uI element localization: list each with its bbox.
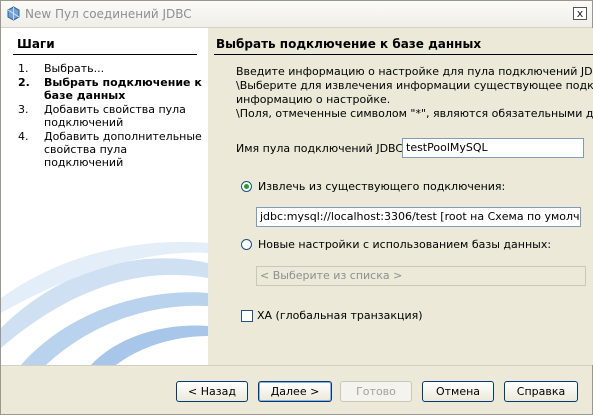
steps-divider (13, 54, 197, 55)
content-pane: Выбрать подключение к базе данных Введит… (208, 28, 593, 365)
step-item: 4. Добавить дополнительные свойства пула… (18, 130, 203, 169)
step-label: Добавить свойства пула подключений (44, 103, 186, 129)
next-button[interactable]: Далее > (258, 381, 332, 402)
xa-checkbox[interactable] (241, 310, 253, 322)
new-settings-label: Новые настройки с использованием базы да… (258, 238, 552, 251)
steps-title: Шаги (17, 37, 55, 51)
step-item: 3. Добавить свойства пула подключений (18, 103, 203, 129)
cancel-button[interactable]: Отмена (422, 381, 494, 402)
step-item-active: 2. Выбрать подключение к базе данных (18, 76, 203, 102)
xa-label: XA (глобальная транзакция) (257, 309, 423, 322)
step-label: Выбрать подключение к базе данных (44, 76, 202, 102)
panel-divider (214, 54, 593, 55)
panel-title: Выбрать подключение к базе данных (216, 37, 482, 51)
step-number: 3. (18, 103, 29, 116)
finish-button[interactable]: Готово (340, 381, 412, 402)
panel-description: Введите информацию о настройке для пула … (236, 65, 593, 121)
existing-connection-label: Извлечь из существующего подключения: (258, 180, 506, 193)
steps-pane: Шаги 1. Выбрать... 2. Выбрать подключени… (1, 28, 208, 365)
existing-connection-radio[interactable] (241, 181, 252, 192)
step-item: 1. Выбрать... (18, 62, 203, 75)
description-line: Введите информацию о настройке для пула … (236, 65, 593, 78)
new-settings-radio[interactable] (241, 239, 252, 250)
pool-name-input[interactable]: testPoolMySQL (402, 138, 584, 158)
pool-name-label: Имя пула подключений JDBC:* (236, 142, 413, 155)
help-button[interactable]: Справка (504, 381, 578, 402)
step-number: 4. (18, 130, 29, 143)
steps-list: 1. Выбрать... 2. Выбрать подключение к б… (18, 62, 203, 170)
close-button[interactable]: x (573, 7, 587, 20)
existing-connection-dropdown[interactable]: jdbc:mysql://localhost:3306/test [root н… (256, 207, 581, 227)
decorative-swoosh-graphic (1, 241, 208, 365)
title-bar[interactable]: New Пул соединений JDBC x (1, 1, 592, 28)
window-title: New Пул соединений JDBC (25, 7, 192, 21)
step-number: 2. (18, 76, 30, 89)
description-line: информацию о настройке. (236, 93, 391, 106)
back-button[interactable]: < Назад (176, 381, 248, 402)
description-line: \Выберите для извлечения информации суще… (236, 79, 593, 92)
app-icon (7, 6, 20, 21)
database-select[interactable]: < Выберите из списка > (256, 266, 586, 286)
step-label: Добавить дополнительные свойства пула по… (44, 130, 202, 169)
step-number: 1. (18, 62, 29, 75)
wizard-window: New Пул соединений JDBC x Шаги 1. Выбрат… (0, 0, 593, 415)
button-bar-separator (1, 365, 592, 366)
description-line: \Поля, отмеченные символом "*", являются… (236, 107, 593, 120)
step-label: Выбрать... (44, 62, 105, 75)
